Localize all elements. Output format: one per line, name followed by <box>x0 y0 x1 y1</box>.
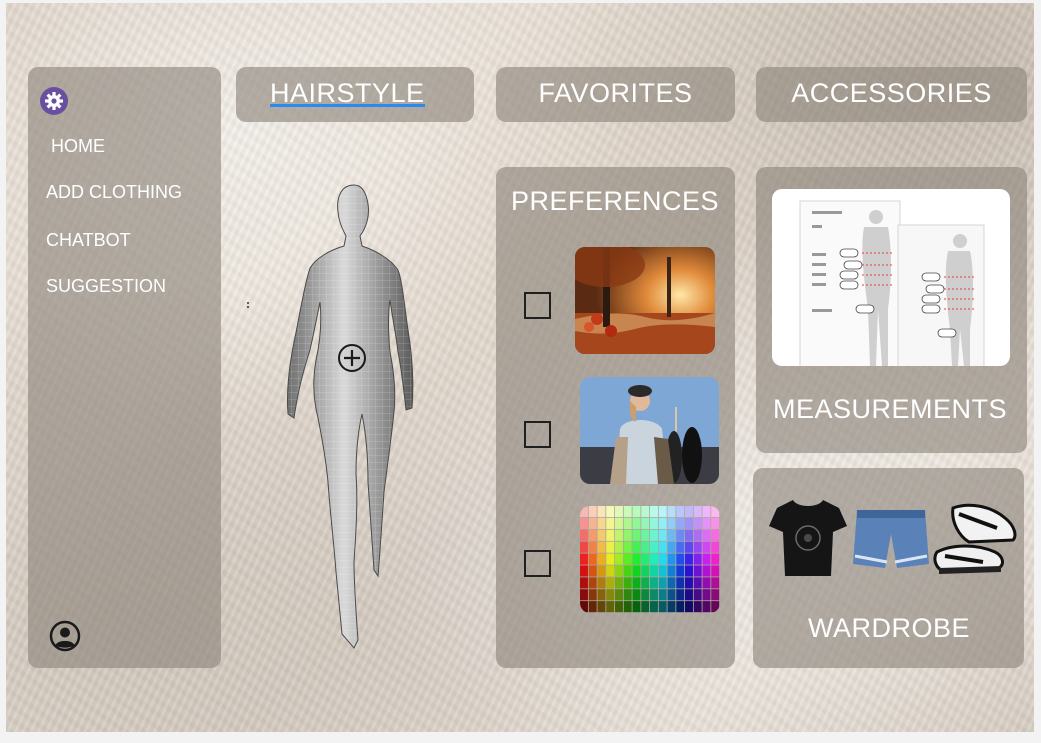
preference-checkbox-autumn[interactable] <box>524 292 551 319</box>
add-circle-icon[interactable] <box>337 343 367 373</box>
tab-hairstyle[interactable]: HAIRSTYLE <box>236 67 474 122</box>
sidebar: HOME ADD CLOTHING CHATBOT SUGGESTION <box>28 67 221 668</box>
gear-icon[interactable] <box>40 87 68 115</box>
sidebar-item-chatbot[interactable]: CHATBOT <box>46 230 131 251</box>
measurement-sheet-image <box>772 189 1010 366</box>
wardrobe-panel[interactable]: WARDROBE <box>753 468 1024 668</box>
sneakers-image <box>933 500 1019 576</box>
more-vertical-icon[interactable] <box>245 298 251 308</box>
preferences-title: PREFERENCES <box>511 186 720 216</box>
tab-accessories-label: ACCESSORIES <box>791 78 992 108</box>
mannequin-3d-model[interactable] <box>270 182 430 650</box>
color-swatches-image[interactable] <box>580 506 720 613</box>
sidebar-item-suggestion[interactable]: SUGGESTION <box>46 276 166 297</box>
tab-favorites-label: FAVORITES <box>538 78 693 108</box>
denim-shorts-image <box>851 506 931 572</box>
measurements-panel[interactable]: MEASUREMENTS <box>756 167 1027 453</box>
sidebar-item-add-clothing[interactable]: ADD CLOTHING <box>46 182 182 203</box>
street-style-photo[interactable] <box>580 377 719 484</box>
measurements-title: MEASUREMENTS <box>773 394 1008 424</box>
sidebar-item-home[interactable]: HOME <box>51 136 105 157</box>
wardrobe-title: WARDROBE <box>808 613 971 643</box>
autumn-park-image[interactable] <box>575 247 715 354</box>
preference-checkbox-streetstyle[interactable] <box>524 421 551 448</box>
user-circle-icon[interactable] <box>49 620 81 652</box>
tab-favorites[interactable]: FAVORITES <box>496 67 735 122</box>
active-tab-underline <box>270 104 425 107</box>
tab-accessories[interactable]: ACCESSORIES <box>756 67 1027 122</box>
preferences-panel: PREFERENCES <box>496 167 735 668</box>
preference-checkbox-colors[interactable] <box>524 550 551 577</box>
tshirt-image <box>767 496 849 580</box>
